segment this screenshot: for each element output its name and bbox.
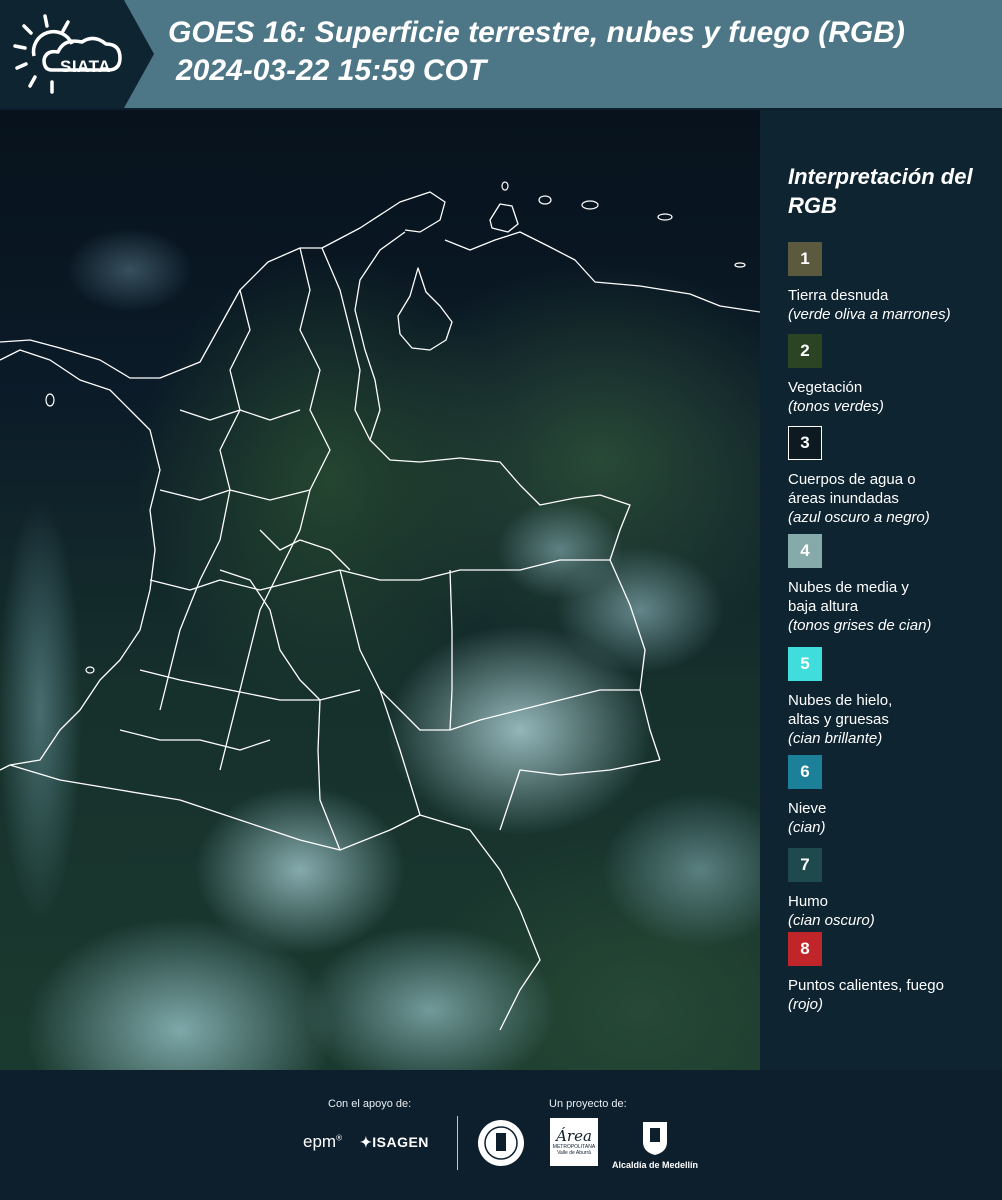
legend-swatch: 5: [788, 647, 822, 681]
alcaldia-crest-icon: [643, 1122, 667, 1155]
epm-logo-text: epm: [303, 1132, 337, 1151]
header: SIATA GOES 16: Superficie terrestre, nub…: [0, 0, 1002, 108]
legend-label: Nubes de media y baja altura: [788, 579, 909, 615]
legend-label: Puntos calientes, fuego: [788, 977, 944, 994]
page-title: GOES 16: Superficie terrestre, nubes y f…: [168, 16, 905, 49]
sun-cloud-icon: [13, 14, 122, 94]
legend-item: 1 Tierra desnuda (verde oliva a marrones): [788, 242, 998, 324]
legend-label: Humo: [788, 893, 829, 910]
legend-note: (azul oscuro a negro): [788, 509, 930, 526]
project-label: Un proyecto de:: [549, 1098, 627, 1110]
legend-item: 5 Nubes de hielo, altas y gruesas (cian br…: [788, 647, 998, 748]
support-label: Con el apoyo de:: [328, 1098, 412, 1110]
area-logo-script: Área: [556, 1127, 592, 1145]
colombia-southern-border: [9, 764, 541, 1031]
legend-item: 6 Nieve (cian): [788, 755, 998, 837]
legend-note: (cian): [788, 819, 826, 836]
area-metropolitana-logo: Área METROPOLITANA Valle de Aburrá: [550, 1118, 598, 1166]
legend-swatch: 6: [788, 755, 822, 789]
map-borders: [0, 181, 760, 1031]
legend-note: (cian brillante): [788, 730, 883, 747]
legend-item: 2 Vegetación (tonos verdes): [788, 334, 998, 416]
satellite-map: [0, 110, 760, 1070]
epm-logo: epm®: [303, 1132, 342, 1152]
medellin-seal-icon: [478, 1120, 524, 1166]
legend-swatch: 2: [788, 334, 822, 368]
isagen-logo: ✦ISAGEN: [360, 1134, 429, 1150]
legend-swatch: 3: [788, 426, 822, 460]
lake-maracaibo: [397, 267, 453, 351]
legend-label: Vegetación: [788, 379, 863, 396]
legend-item: 4 Nubes de media y baja altura (tonos gris…: [788, 534, 998, 635]
legend-swatch: 7: [788, 848, 822, 882]
legend-label: Cuerpos de agua o áreas inundadas: [788, 471, 916, 507]
colombia-brazil-border: [499, 759, 661, 831]
legend-swatch: 8: [788, 932, 822, 966]
caribbean-coastline: [0, 191, 446, 379]
legend-item: 3 Cuerpos de agua o áreas inundadas (azul …: [788, 426, 998, 527]
legend-label: Nubes de hielo, altas y gruesas: [788, 692, 893, 728]
legend-note: (tonos grises de cian): [788, 617, 932, 634]
legend-note: (verde oliva a marrones): [788, 306, 951, 323]
page-timestamp: 2024-03-22 15:59 COT: [176, 54, 487, 87]
legend-note: (tonos verdes): [788, 398, 884, 415]
legend-label: Nieve: [788, 800, 827, 817]
legend-label: Tierra desnuda: [788, 287, 889, 304]
legend-note: (cian oscuro): [788, 912, 875, 929]
legend-item: 8 Puntos calientes, fuego (rojo): [788, 932, 998, 1014]
siata-logo: SIATA: [12, 12, 128, 98]
legend-swatch: 4: [788, 534, 822, 568]
epm-registered-mark: ®: [336, 1133, 342, 1143]
area-logo-small-2: Valle de Aburrá: [557, 1150, 591, 1156]
legend-swatch: 1: [788, 242, 822, 276]
logo-text: SIATA: [60, 57, 111, 76]
venezuela-coastline: [444, 231, 760, 313]
legend-note: (rojo): [788, 996, 824, 1013]
footer-divider: [457, 1116, 458, 1170]
pacific-coastline: [0, 349, 161, 771]
legend-panel: Interpretación del RGB 1 Tierra desnuda (v…: [760, 110, 1002, 1070]
footer: Con el apoyo de: Un proyecto de: epm® ✦I…: [0, 1070, 1002, 1200]
legend-item: 7 Humo (cian oscuro): [788, 848, 998, 930]
legend-title: Interpretación del RGB: [788, 164, 973, 218]
alcaldia-label: Alcaldía de Medellín: [612, 1160, 699, 1170]
